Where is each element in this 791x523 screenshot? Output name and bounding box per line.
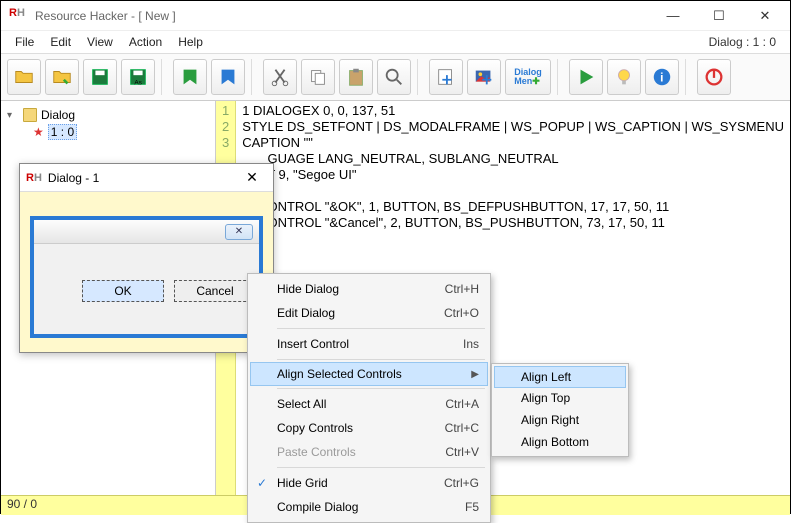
copy-icon[interactable] xyxy=(301,59,335,95)
ctx-hide-dialog[interactable]: Hide DialogCtrl+H xyxy=(251,277,487,301)
folder-icon xyxy=(23,108,37,122)
dialog-preview-window[interactable]: RH Dialog - 1 ✕ ✕ OK Cancel xyxy=(19,163,274,353)
bulb-icon[interactable] xyxy=(607,59,641,95)
ctx-paste-controls: Paste ControlsCtrl+V xyxy=(251,440,487,464)
bookmark-green-icon[interactable] xyxy=(173,59,207,95)
ctx-align-selected[interactable]: Align Selected Controls▶ xyxy=(250,362,488,386)
window-titlebar: RH Resource Hacker - [ New ] — ☐ ✕ xyxy=(1,1,790,31)
context-menu[interactable]: Hide DialogCtrl+H Edit DialogCtrl+O Inse… xyxy=(247,273,491,523)
dialog-preview-body[interactable]: ✕ OK Cancel xyxy=(20,192,273,348)
inner-dialog-titlebar: ✕ xyxy=(34,220,259,244)
tree-item[interactable]: ★ 1 : 0 xyxy=(5,123,211,141)
tree-root-dialog[interactable]: ▾ Dialog xyxy=(5,107,211,123)
ctx-separator xyxy=(277,388,485,389)
cursor-position: 90 / 0 xyxy=(7,497,37,511)
toolbar-separator xyxy=(557,59,563,95)
save-icon[interactable] xyxy=(83,59,117,95)
ctx-select-all[interactable]: Select AllCtrl+A xyxy=(251,392,487,416)
check-icon: ✓ xyxy=(257,476,267,490)
submenu-arrow-icon: ▶ xyxy=(471,369,479,380)
cut-icon[interactable] xyxy=(263,59,297,95)
dialog-menu-icon[interactable]: DialogMen✚ xyxy=(505,59,551,95)
window-title: Resource Hacker - [ New ] xyxy=(35,9,656,23)
play-icon[interactable] xyxy=(569,59,603,95)
ctx-compile-dialog[interactable]: Compile DialogF5 xyxy=(251,495,487,519)
resource-path-status: Dialog : 1 : 0 xyxy=(701,33,784,51)
app-icon: RH xyxy=(9,7,27,25)
tree-root-label: Dialog xyxy=(41,108,75,122)
open-special-icon[interactable] xyxy=(45,59,79,95)
menu-help[interactable]: Help xyxy=(170,33,211,51)
cancel-button-control[interactable]: Cancel xyxy=(174,280,256,302)
ctx-edit-dialog[interactable]: Edit DialogCtrl+O xyxy=(251,301,487,325)
bookmark-blue-icon[interactable] xyxy=(211,59,245,95)
paste-icon[interactable] xyxy=(339,59,373,95)
dialog-canvas[interactable]: ✕ OK Cancel xyxy=(30,216,263,338)
inner-dialog-close-icon[interactable]: ✕ xyxy=(225,224,253,240)
toolbar-separator xyxy=(251,59,257,95)
ctx-hide-grid[interactable]: ✓Hide GridCtrl+G xyxy=(251,471,487,495)
save-as-icon[interactable]: As xyxy=(121,59,155,95)
ok-button-control[interactable]: OK xyxy=(82,280,164,302)
toolbar: As DialogMen✚ i xyxy=(1,53,790,101)
toolbar-separator xyxy=(161,59,167,95)
minimize-button[interactable]: — xyxy=(656,4,690,28)
image-resource-icon[interactable] xyxy=(467,59,501,95)
submenu-align-top[interactable]: Align Top xyxy=(495,387,625,409)
tree-item-label: 1 : 0 xyxy=(48,124,77,140)
star-icon: ★ xyxy=(33,125,44,139)
ctx-copy-controls[interactable]: Copy ControlsCtrl+C xyxy=(251,416,487,440)
align-submenu[interactable]: Align Left Align Top Align Right Align B… xyxy=(491,363,629,457)
ctx-separator xyxy=(277,467,485,468)
menu-action[interactable]: Action xyxy=(121,33,170,51)
app-icon: RH xyxy=(26,172,42,184)
toolbar-separator xyxy=(417,59,423,95)
svg-text:As: As xyxy=(134,79,141,86)
dialog-preview-close-icon[interactable]: ✕ xyxy=(237,169,267,186)
submenu-align-right[interactable]: Align Right xyxy=(495,409,625,431)
maximize-button[interactable]: ☐ xyxy=(702,4,736,28)
submenu-align-left[interactable]: Align Left xyxy=(494,366,626,388)
toolbar-separator xyxy=(685,59,691,95)
menu-file[interactable]: File xyxy=(7,33,42,51)
menu-view[interactable]: View xyxy=(79,33,121,51)
power-icon[interactable] xyxy=(697,59,731,95)
ctx-separator xyxy=(277,359,485,360)
menu-edit[interactable]: Edit xyxy=(42,33,79,51)
dialog-preview-titlebar[interactable]: RH Dialog - 1 ✕ xyxy=(20,164,273,192)
dialog-preview-title: Dialog - 1 xyxy=(48,171,237,185)
info-icon[interactable]: i xyxy=(645,59,679,95)
submenu-align-bottom[interactable]: Align Bottom xyxy=(495,431,625,453)
svg-text:i: i xyxy=(660,71,663,85)
open-folder-icon[interactable] xyxy=(7,59,41,95)
ctx-separator xyxy=(277,328,485,329)
ctx-insert-control[interactable]: Insert ControlIns xyxy=(251,332,487,356)
search-icon[interactable] xyxy=(377,59,411,95)
menubar: File Edit View Action Help Dialog : 1 : … xyxy=(1,31,790,53)
add-resource-icon[interactable] xyxy=(429,59,463,95)
close-button[interactable]: ✕ xyxy=(748,4,782,28)
